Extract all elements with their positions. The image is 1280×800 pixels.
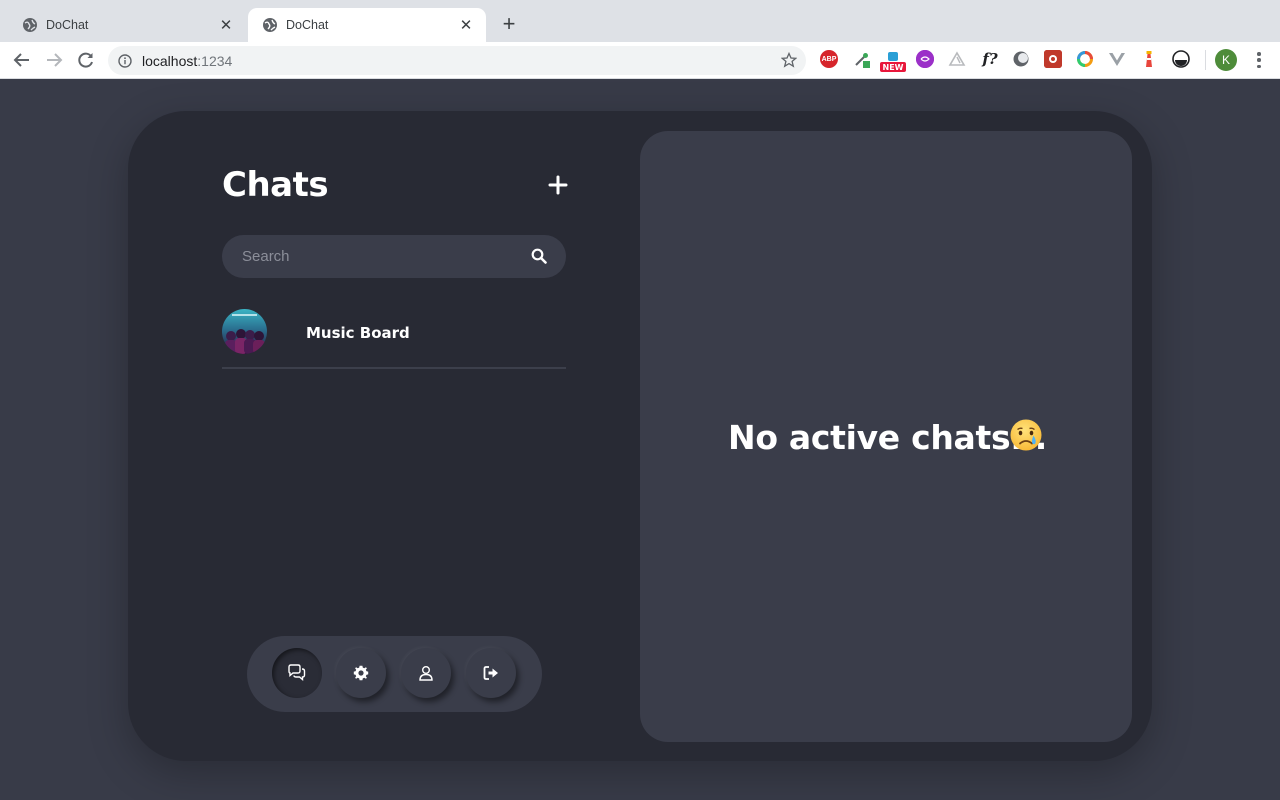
triangle-extension-icon[interactable]	[948, 50, 966, 68]
eyedropper-extension-icon[interactable]	[853, 50, 871, 68]
add-chat-icon[interactable]	[547, 174, 569, 196]
chat-name: Music Board	[306, 324, 410, 342]
chat-list-item[interactable]: Music Board	[222, 309, 566, 369]
red-square-extension-icon[interactable]	[1044, 50, 1062, 68]
crying-face-icon	[1010, 419, 1042, 451]
globe-icon	[23, 18, 37, 32]
globe-icon	[263, 18, 277, 32]
search-input[interactable]	[242, 248, 512, 265]
nav-settings-button[interactable]	[336, 648, 386, 698]
close-tab-icon[interactable]: ✕	[458, 17, 474, 34]
page-title: Chats	[222, 165, 329, 205]
sign-out-icon	[483, 666, 498, 680]
moon-extension-icon[interactable]	[1012, 50, 1030, 68]
bookmark-star-icon[interactable]	[781, 52, 797, 68]
new-tab-button[interactable]: +	[498, 13, 520, 35]
arrow-left-icon	[13, 53, 29, 67]
new-badge-extension-icon[interactable]: NEW	[880, 52, 906, 72]
purple-extension-icon[interactable]	[916, 50, 934, 68]
address-bar[interactable]: localhost:1234	[108, 46, 806, 75]
adblock-plus-extension-icon[interactable]: ABP	[820, 50, 838, 68]
arrow-right-icon	[47, 53, 63, 67]
forward-button[interactable]	[42, 48, 66, 72]
info-icon[interactable]	[118, 53, 132, 68]
browser-menu-icon[interactable]	[1252, 50, 1266, 70]
nav-logout-button[interactable]	[466, 648, 516, 698]
dark-circle-extension-icon[interactable]	[1172, 50, 1190, 68]
close-tab-icon[interactable]: ✕	[218, 17, 234, 34]
browser-tab-2[interactable]: DoChat ✕	[248, 8, 486, 42]
reload-button[interactable]	[74, 48, 98, 72]
url-host: localhost	[142, 52, 198, 69]
browser-tab-1[interactable]: DoChat ✕	[8, 8, 246, 42]
profile-avatar[interactable]: K	[1215, 49, 1237, 71]
gear-icon	[353, 665, 369, 681]
tab-title: DoChat	[286, 18, 329, 32]
back-button[interactable]	[10, 48, 34, 72]
search-bar	[222, 235, 566, 278]
lighthouse-extension-icon[interactable]	[1140, 50, 1158, 68]
fonts-extension-icon[interactable]: f?	[979, 50, 1001, 68]
nav-chats-button[interactable]	[272, 648, 322, 698]
vue-extension-icon[interactable]	[1108, 50, 1126, 68]
ring-extension-icon[interactable]	[1076, 50, 1094, 68]
tab-title: DoChat	[46, 18, 89, 32]
chat-avatar	[222, 309, 267, 354]
user-icon	[419, 666, 433, 681]
toolbar-divider	[1205, 50, 1206, 70]
url-port: :1234	[197, 52, 233, 69]
browser-tabstrip: DoChat ✕ DoChat ✕ +	[0, 0, 1280, 42]
bottom-navigation	[247, 636, 542, 712]
svg-text:NEW: NEW	[883, 63, 904, 72]
reload-icon	[78, 52, 93, 68]
nav-profile-button[interactable]	[401, 648, 451, 698]
chat-bubbles-icon	[288, 664, 306, 681]
empty-state-message: No active chats...	[728, 418, 1048, 457]
search-icon[interactable]	[531, 248, 547, 264]
